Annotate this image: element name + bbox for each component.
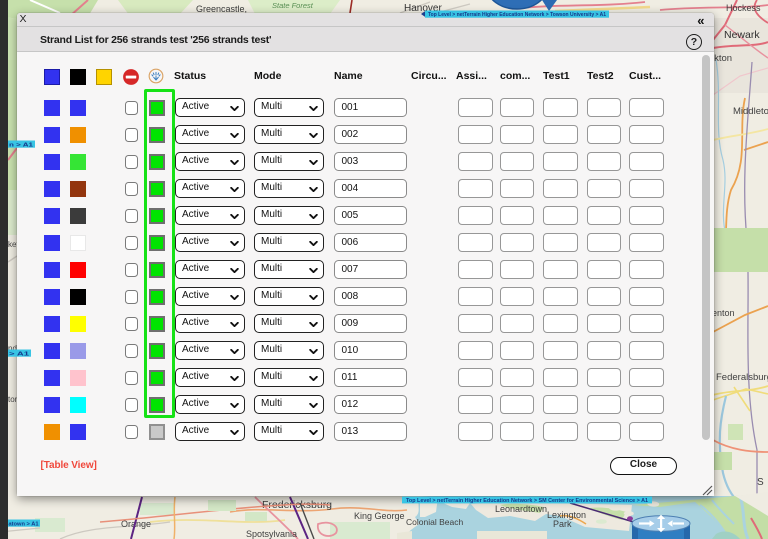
- svg-text:Top Level > netTerrain Higher: Top Level > netTerrain Higher Education …: [428, 12, 607, 18]
- svg-text:n > A1: n > A1: [9, 142, 33, 148]
- svg-text:Top Level > netTerrain Higher: Top Level > netTerrain Higher Education …: [406, 498, 649, 504]
- svg-text:atown > A1: atown > A1: [9, 521, 39, 527]
- svg-text:> A1: > A1: [9, 351, 29, 357]
